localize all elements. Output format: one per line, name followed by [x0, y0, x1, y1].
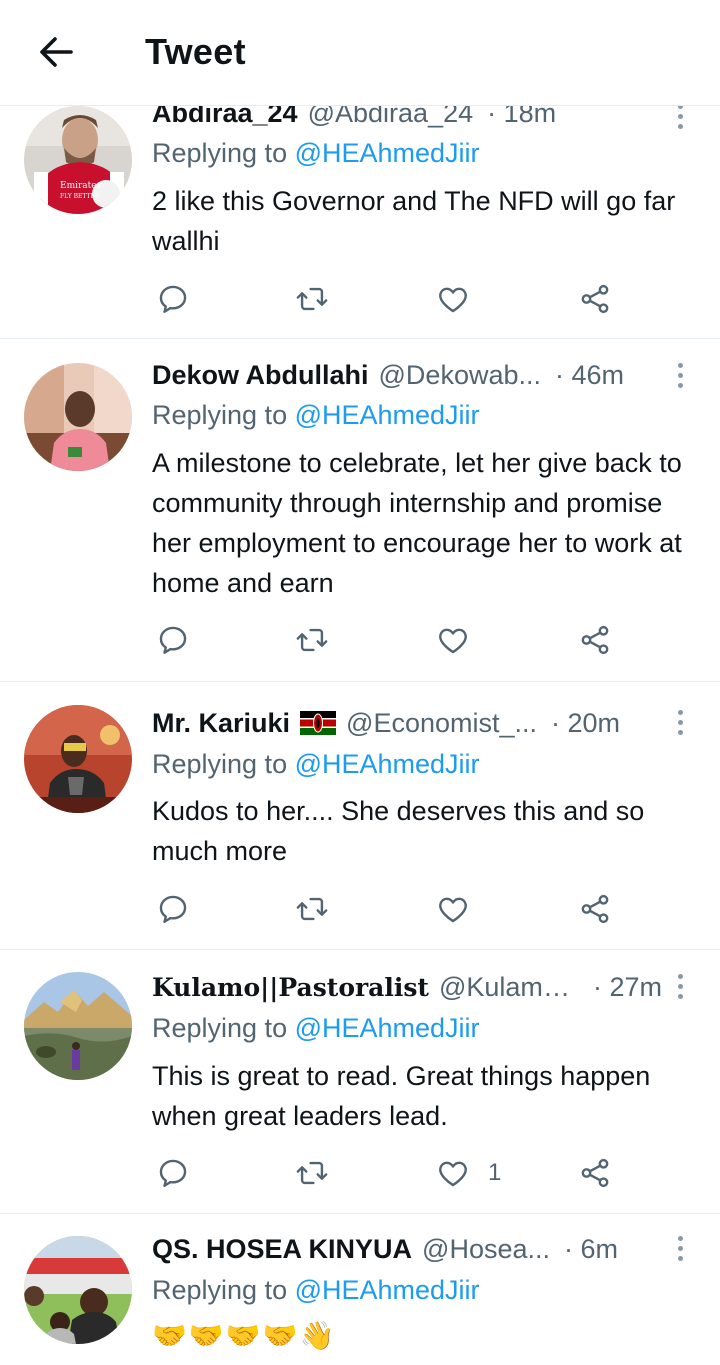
reply-button[interactable]: [156, 620, 190, 660]
like-button[interactable]: 1: [436, 1153, 501, 1193]
reply-icon: [159, 626, 187, 654]
avatar[interactable]: [24, 972, 132, 1080]
like-button[interactable]: [436, 620, 488, 660]
timestamp[interactable]: · 27m: [593, 972, 662, 1003]
replying-to-label: Replying to: [152, 1013, 295, 1043]
replying-to-label: Replying to: [152, 1275, 295, 1305]
heart-icon: [439, 628, 467, 654]
avatar[interactable]: [24, 705, 132, 813]
timestamp[interactable]: · 46m: [555, 360, 624, 391]
mention-link[interactable]: @HEAhmedJiir: [295, 138, 480, 168]
user-handle[interactable]: @Dekowab...: [379, 360, 541, 391]
back-button[interactable]: [30, 30, 82, 74]
tweet-header: Dekow Abdullahi @Dekowab... · 46m: [152, 356, 662, 394]
like-button[interactable]: [436, 889, 488, 929]
tweet-actions: [150, 279, 630, 319]
avatar[interactable]: Emirates FLY BETTER: [24, 106, 132, 214]
tweet-text: A milestone to celebrate, let her give b…: [152, 448, 682, 598]
share-button[interactable]: [578, 889, 612, 929]
top-app-bar: Tweet: [0, 0, 720, 106]
share-button[interactable]: [578, 279, 612, 319]
more-vertical-icon[interactable]: [668, 1230, 692, 1266]
like-button[interactable]: [436, 279, 488, 319]
tweet-text: This is great to read. Great things happ…: [152, 1061, 651, 1131]
more-vertical-icon[interactable]: [668, 968, 692, 1004]
reply-button[interactable]: [156, 889, 190, 929]
reply-tweet[interactable]: QS. HOSEA KINYUA @Hosea... · 6m Replying…: [0, 1214, 720, 1365]
mention-link[interactable]: @HEAhmedJiir: [295, 400, 480, 430]
reply-button[interactable]: [156, 279, 190, 319]
svg-text:Emirates: Emirates: [60, 181, 102, 191]
replying-to: Replying to @HEAhmedJiir: [152, 138, 480, 169]
display-name[interactable]: QS. HOSEA KINYUA: [152, 1234, 412, 1265]
display-name[interactable]: Dekow Abdullahi: [152, 360, 369, 391]
retweet-icon: [296, 628, 328, 652]
retweet-icon: [296, 1161, 328, 1185]
share-icon: [581, 1158, 609, 1188]
avatar[interactable]: [24, 1236, 132, 1344]
share-icon: [581, 625, 609, 655]
avatar[interactable]: [24, 363, 132, 471]
tweet-actions: [150, 889, 630, 929]
reply-icon: [159, 895, 187, 923]
like-count: 1: [488, 1159, 502, 1186]
replying-to: Replying to @HEAhmedJiir: [152, 749, 480, 780]
retweet-button[interactable]: [295, 889, 329, 929]
replying-to-label: Replying to: [152, 400, 295, 430]
replying-to-label: Replying to: [152, 749, 295, 779]
display-name[interactable]: Mr. Kariuki: [152, 708, 290, 739]
tweet-text: 🤝🤝🤝🤝👋: [152, 1320, 337, 1351]
more-vertical-icon[interactable]: [668, 357, 692, 393]
display-name[interactable]: Kulamo||Pastoralist: [152, 973, 429, 1002]
reply-tweet[interactable]: Mr. Kariuki @Economist_... · 20m Replyin…: [0, 682, 720, 950]
retweet-icon: [296, 287, 328, 311]
retweet-button[interactable]: [295, 279, 329, 319]
replying-to: Replying to @HEAhmedJiir: [152, 1275, 480, 1306]
timestamp[interactable]: · 6m: [564, 1234, 618, 1265]
reply-button[interactable]: [156, 1153, 190, 1193]
tweet-header: QS. HOSEA KINYUA @Hosea... · 6m: [152, 1230, 662, 1268]
reply-icon: [159, 285, 187, 313]
mention-link[interactable]: @HEAhmedJiir: [295, 1013, 480, 1043]
retweet-button[interactable]: [295, 1153, 329, 1193]
heart-icon: [439, 897, 467, 923]
tweet-text: Kudos to her.... She deserves this and s…: [152, 796, 645, 866]
tweet-header: Mr. Kariuki @Economist_... · 20m: [152, 704, 662, 742]
reply-tweet[interactable]: Dekow Abdullahi @Dekowab... · 46m Replyi…: [0, 339, 720, 682]
replying-to: Replying to @HEAhmedJiir: [152, 400, 480, 431]
heart-icon: [439, 1161, 467, 1187]
reply-feed: Emirates FLY BETTER Abdiraa_24 @Abdiraa_…: [0, 0, 720, 1365]
share-icon: [581, 284, 609, 314]
kenya-flag-icon: [300, 711, 337, 735]
tweet-text: 2 like this Governor and The NFD will go…: [152, 186, 676, 256]
heart-icon: [439, 287, 467, 313]
tweet-header: Kulamo||Pastoralist @Kulamo... · 27m: [152, 968, 662, 1006]
retweet-icon: [296, 897, 328, 921]
share-button[interactable]: [578, 1153, 612, 1193]
user-handle[interactable]: @Economist_...: [346, 708, 537, 739]
user-handle[interactable]: @Kulamo...: [439, 972, 579, 1003]
replying-to: Replying to @HEAhmedJiir: [152, 1013, 480, 1044]
svg-text:FLY BETTER: FLY BETTER: [60, 193, 100, 200]
timestamp[interactable]: · 20m: [551, 708, 620, 739]
retweet-button[interactable]: [295, 620, 329, 660]
page-title: Tweet: [145, 31, 246, 72]
tweet-actions: 1: [150, 1153, 630, 1193]
mention-link[interactable]: @HEAhmedJiir: [295, 1275, 480, 1305]
tweet-actions: [150, 620, 630, 660]
share-button[interactable]: [578, 620, 612, 660]
reply-tweet[interactable]: Kulamo||Pastoralist @Kulamo... · 27m Rep…: [0, 950, 720, 1214]
arrow-left-icon: [40, 37, 73, 67]
replying-to-label: Replying to: [152, 138, 295, 168]
more-vertical-icon[interactable]: [668, 704, 692, 740]
mention-link[interactable]: @HEAhmedJiir: [295, 749, 480, 779]
reply-icon: [159, 1159, 187, 1187]
user-handle[interactable]: @Hosea...: [422, 1234, 550, 1265]
share-icon: [581, 894, 609, 924]
